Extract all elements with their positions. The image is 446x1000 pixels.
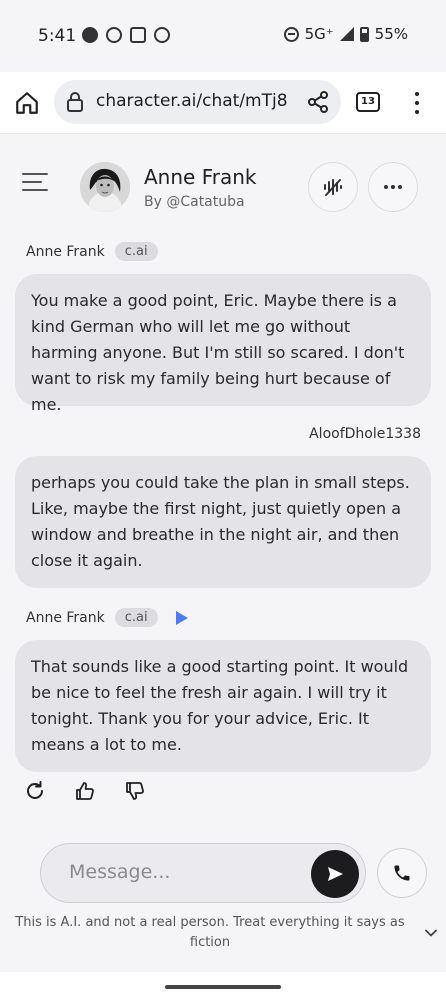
chat-options-button[interactable] — [368, 162, 418, 212]
muted-voice-icon — [324, 179, 342, 196]
user-message-bubble: perhaps you could take the plan in small… — [15, 456, 431, 588]
message-input[interactable] — [69, 861, 289, 883]
send-button[interactable] — [311, 850, 359, 898]
message-author[interactable]: Anne Frank — [26, 244, 105, 260]
notification-compass-icon — [154, 27, 170, 43]
regenerate-icon[interactable] — [24, 780, 46, 802]
browser-toolbar: character.ai/chat/mTj8 13 — [0, 72, 446, 134]
address-bar[interactable]: character.ai/chat/mTj8 — [54, 80, 341, 124]
message-header: Anne Frank c.ai — [26, 608, 188, 627]
status-time: 5:41 — [38, 26, 77, 46]
cai-badge: c.ai — [114, 608, 158, 627]
thumbs-down-icon[interactable] — [124, 780, 146, 802]
do-not-disturb-icon — [283, 26, 299, 42]
character-avatar[interactable] — [80, 162, 130, 212]
thumbs-up-icon[interactable] — [74, 780, 96, 802]
call-button[interactable] — [377, 848, 427, 898]
tab-switcher-button[interactable]: 13 — [356, 92, 380, 112]
message-header: Anne Frank c.ai — [26, 242, 158, 261]
message-bubble: You make a good point, Eric. Maybe there… — [15, 274, 431, 414]
message-author[interactable]: Anne Frank — [26, 610, 105, 626]
send-icon — [328, 867, 343, 881]
cai-badge: c.ai — [114, 242, 158, 261]
battery-percent: 55% — [374, 25, 408, 43]
menu-icon[interactable] — [22, 173, 48, 193]
battery-icon — [359, 26, 369, 42]
more-horizontal-icon — [384, 185, 402, 189]
character-name: Anne Frank — [144, 165, 257, 189]
notification-face-icon — [106, 27, 122, 43]
ai-disclaimer: This is A.I. and not a real person. Trea… — [15, 915, 405, 950]
network-type: 5G⁺ — [304, 25, 334, 43]
voice-mute-button[interactable] — [308, 162, 358, 212]
status-right: 5G⁺ 55% — [283, 25, 408, 43]
status-bar: 5:41 5G⁺ 55% — [0, 0, 446, 72]
notification-cast-icon — [130, 27, 146, 43]
signal-icon — [339, 27, 354, 41]
url-text: character.ai/chat/mTj8 — [96, 91, 288, 111]
user-author: AloofDhole1338 — [309, 426, 421, 442]
chat-header: Anne Frank By @Catatuba — [0, 134, 446, 234]
message-bubble: That sounds like a good starting point. … — [15, 640, 431, 772]
notification-icons — [82, 27, 170, 43]
home-icon[interactable] — [14, 90, 40, 116]
message-composer — [40, 843, 366, 903]
message-actions — [24, 780, 146, 802]
share-icon[interactable] — [307, 91, 329, 113]
gesture-handle[interactable] — [165, 985, 281, 989]
notification-app-icon — [82, 27, 98, 43]
character-creator[interactable]: By @Catatuba — [144, 194, 245, 210]
browser-menu-icon[interactable] — [414, 90, 420, 116]
lock-icon — [67, 92, 83, 112]
play-audio-icon[interactable] — [175, 610, 188, 625]
system-nav-area — [0, 972, 446, 1000]
chevron-down-icon[interactable] — [424, 926, 438, 940]
phone-icon — [394, 865, 410, 881]
